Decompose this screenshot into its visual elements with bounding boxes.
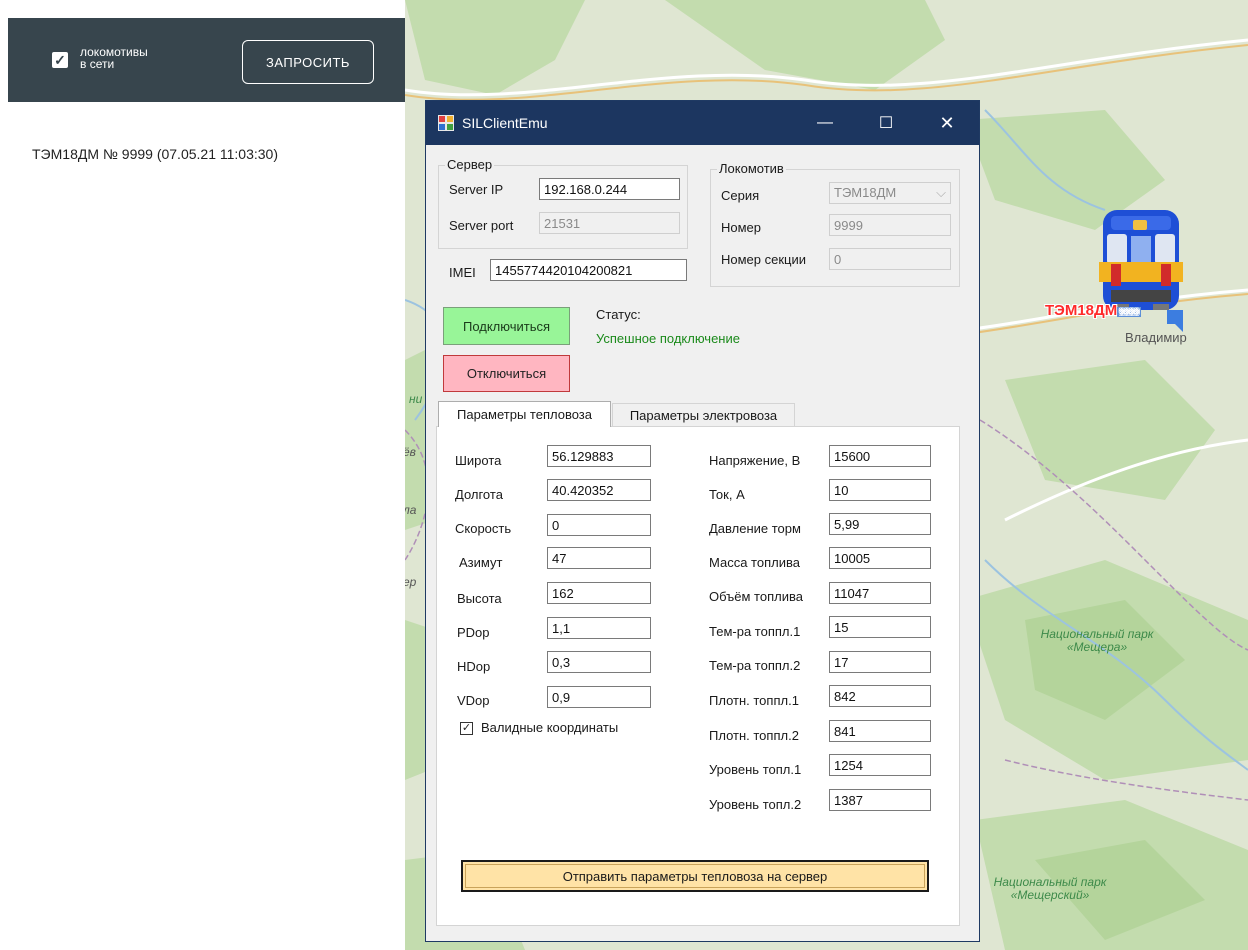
- speed-input[interactable]: [547, 514, 651, 536]
- fuel-temp-2-input[interactable]: [829, 651, 931, 673]
- latitude-label: Широта: [455, 453, 502, 468]
- section-number-label: Номер секции: [721, 252, 807, 267]
- vdop-input[interactable]: [547, 686, 651, 708]
- window-title: SILClientEmu: [462, 115, 548, 131]
- status-label: Статус:: [596, 307, 641, 322]
- latitude-input[interactable]: [547, 445, 651, 467]
- map-partial-label: ла: [405, 503, 417, 517]
- imei-label: IMEI: [449, 265, 476, 280]
- brake-pressure-label: Давление торм: [709, 521, 801, 536]
- request-button[interactable]: ЗАПРОСИТЬ: [242, 40, 374, 84]
- speed-label: Скорость: [455, 521, 512, 536]
- city-label-vladimir: Владимир: [1125, 330, 1187, 345]
- valid-coords-label[interactable]: Валидные координаты: [481, 720, 618, 735]
- tab-thermal-params[interactable]: Параметры тепловоза: [438, 401, 611, 427]
- fuel-volume-input[interactable]: [829, 582, 931, 604]
- map-partial-label: ёв: [405, 445, 416, 459]
- fuel-temp-2-label: Тем-ра топпл.2: [709, 658, 801, 673]
- azimuth-input[interactable]: [547, 547, 651, 569]
- fuel-level-1-label: Уровень топл.1: [709, 762, 802, 777]
- locomotive-group-title: Локомотив: [717, 161, 786, 176]
- section-number-input: [829, 248, 951, 270]
- number-label: Номер: [721, 220, 762, 235]
- brake-pressure-input[interactable]: [829, 513, 931, 535]
- sidebar-toolbar: ✓ локомотивы в сети ЗАПРОСИТЬ: [8, 18, 405, 102]
- online-filter-label[interactable]: локомотивы в сети: [80, 46, 210, 70]
- vdop-label: VDop: [457, 693, 490, 708]
- hdop-input[interactable]: [547, 651, 651, 673]
- server-ip-label: Server IP: [449, 182, 504, 197]
- send-button-label: Отправить параметры тепловоза на сервер: [562, 868, 828, 884]
- locomotive-marker-label: ТЭМ18ДМ 9999: [1045, 302, 1142, 319]
- window-titlebar[interactable]: SILClientEmu — ☐ ✕: [426, 101, 979, 145]
- send-thermal-params-button[interactable]: Отправить параметры тепловоза на сервер: [461, 860, 929, 892]
- fuel-level-2-input[interactable]: [829, 789, 931, 811]
- minimize-button[interactable]: —: [802, 107, 848, 139]
- altitude-label: Высота: [457, 591, 502, 606]
- azimuth-label: Азимут: [459, 555, 503, 570]
- tab-electric-params[interactable]: Параметры электровоза: [612, 403, 795, 426]
- fuel-volume-label: Объём топлива: [709, 589, 803, 604]
- map-partial-label: ер: [405, 575, 417, 589]
- marker-series: ТЭМ18ДМ: [1045, 302, 1118, 319]
- number-input: [829, 214, 951, 236]
- fuel-temp-1-input[interactable]: [829, 616, 931, 638]
- longitude-input[interactable]: [547, 479, 651, 501]
- fuel-density-1-input[interactable]: [829, 685, 931, 707]
- server-ip-input[interactable]: [539, 178, 680, 200]
- online-filter-checkbox[interactable]: ✓: [52, 52, 68, 68]
- longitude-label: Долгота: [455, 487, 503, 502]
- fuel-mass-input[interactable]: [829, 547, 931, 569]
- fuel-density-1-label: Плотн. топпл.1: [709, 693, 799, 708]
- park-label-meshchersky: Национальный парк «Мещерский»: [993, 875, 1107, 902]
- server-port-input: [539, 212, 680, 234]
- server-port-label: Server port: [449, 218, 514, 233]
- voltage-input[interactable]: [829, 445, 931, 467]
- connect-button[interactable]: Подключиться: [443, 307, 570, 345]
- close-button[interactable]: ✕: [924, 107, 970, 139]
- park-label-meshchera: Национальный парк «Мещера»: [1040, 627, 1154, 654]
- fuel-level-2-label: Уровень топл.2: [709, 797, 802, 812]
- fuel-density-2-label: Плотн. топпл.2: [709, 728, 799, 743]
- silclientemu-window: SILClientEmu — ☐ ✕ Сервер Server IP Serv…: [425, 100, 980, 942]
- current-input[interactable]: [829, 479, 931, 501]
- hdop-label: HDop: [457, 659, 491, 674]
- locomotive-list-item[interactable]: ТЭМ18ДМ № 9999 (07.05.21 11:03:30): [32, 146, 278, 162]
- voltage-label: Напряжение, В: [709, 453, 801, 468]
- map-partial-label: ни: [409, 392, 423, 406]
- status-value: Успешное подключение: [596, 331, 740, 346]
- locomotive-group: Локомотив Серия ТЭМ18ДМ ⌵ Номер Номер се…: [710, 161, 960, 287]
- series-label: Серия: [721, 188, 760, 203]
- server-group: Сервер Server IP Server port: [438, 157, 688, 249]
- pdop-input[interactable]: [547, 617, 651, 639]
- fuel-temp-1-label: Тем-ра топпл.1: [709, 624, 801, 639]
- server-group-title: Сервер: [445, 157, 495, 172]
- app-icon: [438, 115, 454, 131]
- pdop-label: PDop: [457, 625, 490, 640]
- imei-input[interactable]: [490, 259, 687, 281]
- altitude-input[interactable]: [547, 582, 651, 604]
- thermal-params-panel: Широта Долгота Скорость Азимут Высота PD…: [436, 426, 960, 926]
- chevron-down-icon: ⌵: [936, 185, 946, 200]
- fuel-density-2-input[interactable]: [829, 720, 931, 742]
- valid-coords-checkbox[interactable]: ✓: [460, 722, 473, 735]
- marker-number: 9999: [1117, 307, 1142, 317]
- series-select: ТЭМ18ДМ ⌵: [829, 182, 951, 204]
- locomotive-sidebar: ✓ локомотивы в сети ЗАПРОСИТЬ ТЭМ18ДМ № …: [0, 0, 405, 950]
- disconnect-button[interactable]: Отключиться: [443, 355, 570, 392]
- current-label: Ток, А: [709, 487, 745, 502]
- series-select-value: ТЭМ18ДМ: [834, 185, 897, 200]
- maximize-button[interactable]: ☐: [863, 107, 909, 139]
- fuel-mass-label: Масса топлива: [709, 555, 800, 570]
- fuel-level-1-input[interactable]: [829, 754, 931, 776]
